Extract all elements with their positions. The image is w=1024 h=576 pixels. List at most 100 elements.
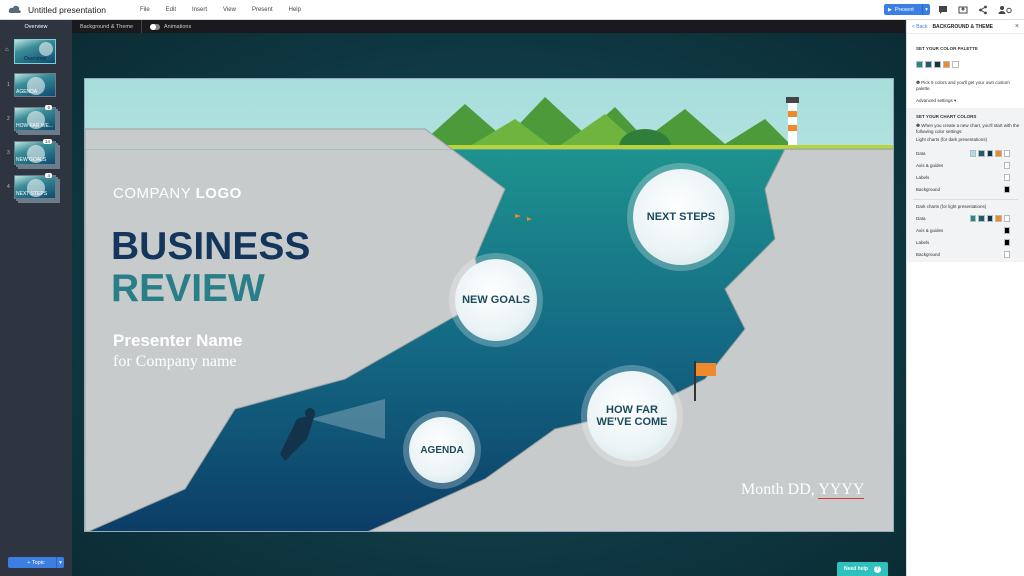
- close-icon[interactable]: ×: [1015, 23, 1019, 30]
- screen-share-icon[interactable]: [958, 5, 968, 15]
- slide-title-line2: REVIEW: [111, 267, 265, 310]
- light-labels-row: Labels: [907, 171, 1024, 183]
- present-label: Present: [894, 6, 914, 13]
- chevron-down-icon[interactable]: ▾: [922, 4, 930, 15]
- chart-swatch[interactable]: [1003, 150, 1010, 157]
- sidebar-item-label: AGENDA: [16, 89, 38, 95]
- chart-section-title: SET YOUR CHART COLORS: [916, 114, 977, 120]
- dark-data-row: Data: [907, 212, 1024, 224]
- topic-bubble-new-goals[interactable]: NEW GOALS: [455, 259, 537, 341]
- menu-edit[interactable]: Edit: [166, 7, 176, 13]
- company-logo-text: COMPANY LOGO: [113, 185, 242, 202]
- collaborators-icon[interactable]: [998, 5, 1012, 15]
- panel-title: BACKGROUND & THEME: [932, 23, 993, 30]
- sidebar-item-overview[interactable]: Overview: [14, 39, 56, 64]
- document-title[interactable]: Untitled presentation: [28, 5, 140, 15]
- chart-swatch[interactable]: [1003, 251, 1010, 258]
- subtopic-count-badge: 14: [42, 139, 52, 144]
- topic-sidebar: ⌂ Overview 1 AGENDA 2 6 HOW FAR WE... 3 …: [0, 33, 72, 576]
- menu-help[interactable]: Help: [289, 7, 301, 13]
- chart-swatch[interactable]: [1003, 215, 1010, 222]
- sidebar-item-label: Overview: [24, 56, 47, 62]
- comment-icon[interactable]: [938, 5, 948, 15]
- top-bar: Untitled presentation File Edit Insert V…: [0, 0, 1024, 20]
- chart-swatch[interactable]: [978, 215, 985, 222]
- dark-axis-row: Axis & guides: [907, 224, 1024, 236]
- menu-present[interactable]: Present: [252, 7, 273, 13]
- palette-section-title: SET YOUR COLOR PALETTE: [916, 46, 978, 51]
- chart-swatch[interactable]: [995, 150, 1002, 157]
- chart-swatch[interactable]: [986, 215, 993, 222]
- light-axis-row: Axis & guides: [907, 159, 1024, 171]
- chart-swatch[interactable]: [978, 150, 985, 157]
- chart-swatch[interactable]: [969, 150, 976, 157]
- question-icon: ?: [873, 565, 881, 573]
- light-background-row: Background: [907, 183, 1024, 195]
- sidebar-item-how-far[interactable]: 6 HOW FAR WE...: [14, 105, 56, 131]
- subtopic-count-badge: 6: [45, 105, 52, 110]
- chart-swatch[interactable]: [995, 215, 1002, 222]
- menu-file[interactable]: File: [140, 7, 150, 13]
- slide-title-line1: BUSINESS: [111, 225, 311, 268]
- need-help-button[interactable]: Need help?: [837, 562, 888, 576]
- chart-colors-section: SET YOUR CHART COLORS ❶ When you create …: [907, 108, 1024, 263]
- slide-date: Month DD, YYYY: [741, 481, 865, 499]
- animations-label: Animations: [164, 23, 192, 30]
- dark-background-row: Background: [907, 248, 1024, 260]
- back-link[interactable]: < Back: [912, 24, 927, 30]
- light-data-row: Data: [907, 147, 1024, 159]
- chart-swatch[interactable]: [1003, 227, 1010, 234]
- chart-swatch[interactable]: [986, 150, 993, 157]
- palette-swatch[interactable]: [952, 61, 959, 69]
- menu-view[interactable]: View: [223, 7, 236, 13]
- sidebar-item-new-goals[interactable]: 14 NEW GOALS: [14, 139, 56, 165]
- palette-swatch[interactable]: [916, 61, 923, 69]
- topic-bubble-agenda[interactable]: AGENDA: [409, 417, 475, 483]
- chart-swatch[interactable]: [1003, 186, 1010, 193]
- palette-swatches: [916, 56, 1024, 74]
- presenter-name: Presenter Name: [113, 331, 243, 350]
- home-icon[interactable]: ⌂: [5, 47, 9, 53]
- thumbnail-bubble: [39, 42, 53, 56]
- animations-toggle[interactable]: [150, 23, 160, 30]
- add-topic-label: + Topic: [27, 559, 45, 566]
- palette-swatch[interactable]: [943, 61, 950, 69]
- sidebar-item-number: 1: [7, 82, 10, 88]
- advanced-settings-link[interactable]: Advanced settings ▾: [916, 98, 1024, 104]
- background-theme-panel: < Back BACKGROUND & THEME × SET YOUR COL…: [906, 20, 1024, 576]
- palette-swatch[interactable]: [934, 61, 941, 69]
- sidebar-item-label: NEW GOALS: [16, 157, 47, 163]
- tab-background-theme[interactable]: Background & Theme: [72, 20, 142, 33]
- palette-swatch[interactable]: [925, 61, 932, 69]
- sidebar-item-number: 4: [7, 184, 10, 190]
- subtopic-count-badge: 4: [45, 173, 52, 178]
- panel-header: < Back BACKGROUND & THEME ×: [907, 20, 1024, 34]
- sidebar-item-next-steps[interactable]: 4 NEXT STEPS: [14, 173, 56, 199]
- chart-swatch[interactable]: [1003, 174, 1010, 181]
- menu-insert[interactable]: Insert: [192, 7, 207, 13]
- add-topic-button[interactable]: + Topic ▾: [8, 557, 64, 568]
- sidebar-item-number: 3: [7, 150, 10, 156]
- topic-bubble-next-steps[interactable]: NEXT STEPS: [633, 169, 729, 265]
- chart-info-text: ❶ When you create a new chart, you'll st…: [916, 123, 1020, 135]
- sidebar-item-number: 2: [7, 116, 10, 122]
- slide-overview[interactable]: COMPANY LOGO BUSINESS REVIEW Presenter N…: [84, 78, 894, 532]
- present-button[interactable]: ▶ Present ▾: [884, 4, 930, 15]
- dark-labels-row: Labels: [907, 236, 1024, 248]
- sidebar-item-label: NEXT STEPS: [16, 191, 48, 197]
- sub-toolbar: Overview Background & Theme Animations: [0, 20, 905, 33]
- chevron-down-icon[interactable]: ▾: [56, 557, 64, 568]
- share-icon[interactable]: [978, 5, 988, 15]
- tab-overview[interactable]: Overview: [0, 20, 72, 33]
- sidebar-item-label: HOW FAR WE...: [16, 123, 53, 129]
- topic-bubble-how-far[interactable]: HOW FAR WE'VE COME: [587, 371, 677, 461]
- chart-swatch[interactable]: [1003, 239, 1010, 246]
- chart-swatch[interactable]: [969, 215, 976, 222]
- sidebar-item-agenda[interactable]: AGENDA: [14, 73, 56, 97]
- play-icon: ▶: [888, 6, 892, 13]
- chart-swatch[interactable]: [1003, 162, 1010, 169]
- prezi-logo-icon[interactable]: [8, 5, 22, 15]
- palette-info-text: ❶ Pick 5 colors and you'll get your own …: [916, 80, 1010, 92]
- company-name: for Company name: [113, 353, 237, 370]
- menu-bar: File Edit Insert View Present Help: [140, 7, 317, 13]
